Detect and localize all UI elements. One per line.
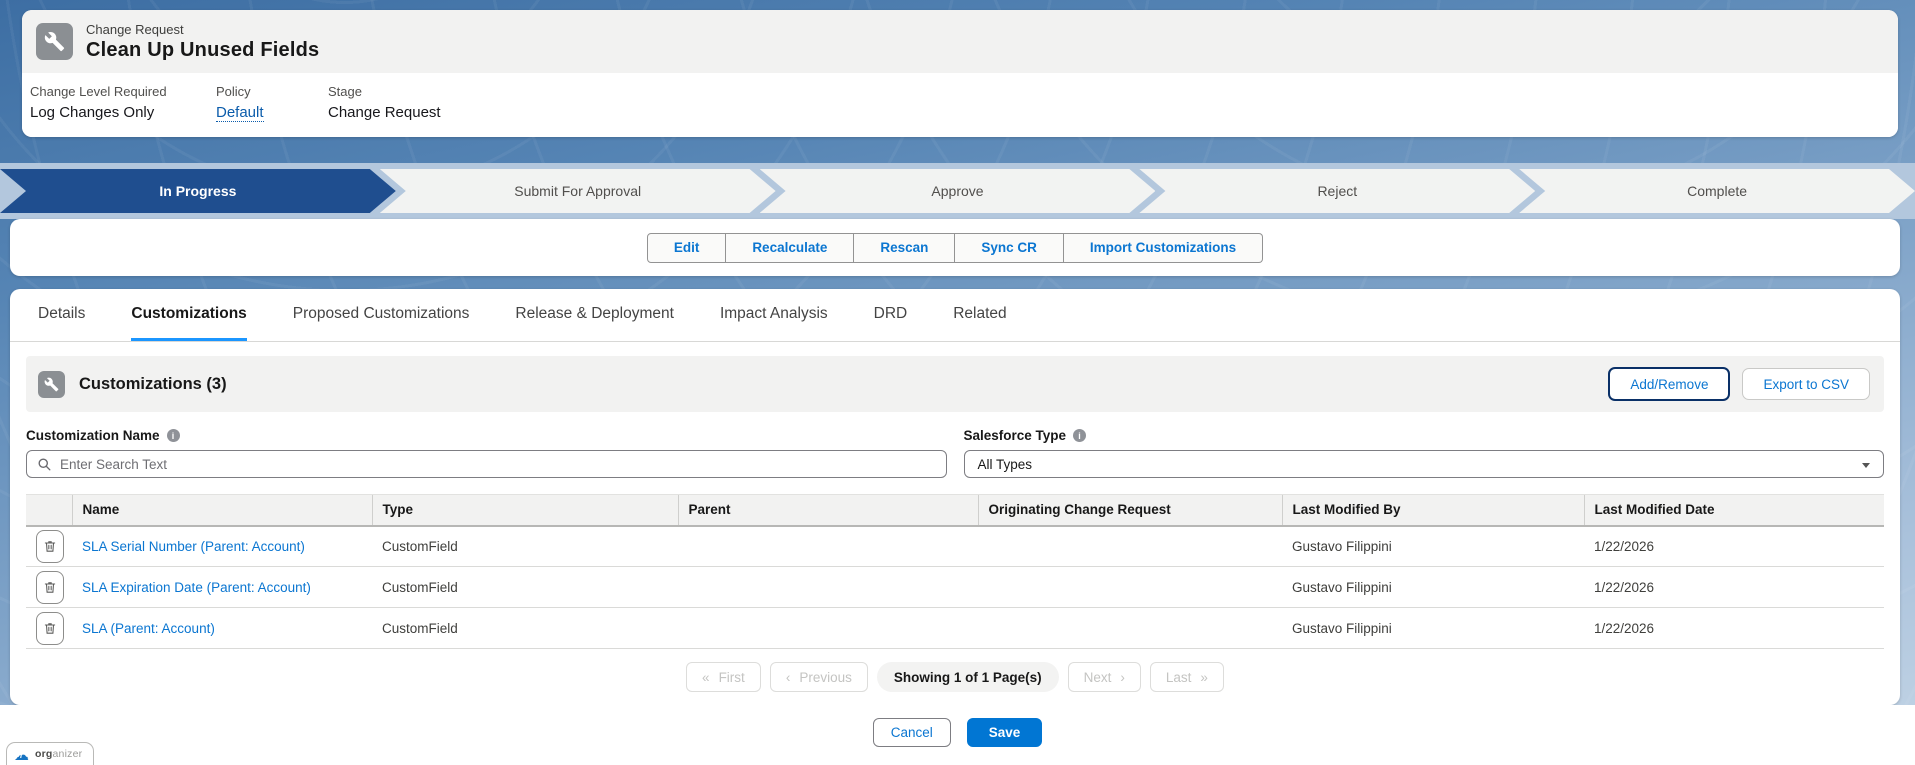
tab-customizations[interactable]: Customizations: [131, 289, 246, 341]
previous-page-button[interactable]: ‹ Previous: [770, 662, 868, 692]
customizations-table: Name Type Parent Originating Change Requ…: [26, 494, 1884, 649]
parent-cell: [678, 526, 978, 567]
chevron-down-icon: [1862, 463, 1870, 468]
stage-label: Stage: [328, 84, 441, 99]
customizations-section-header: Customizations (3) Add/Remove Export to …: [26, 356, 1884, 412]
table-header-row: Name Type Parent Originating Change Requ…: [26, 495, 1884, 526]
import-customizations-button[interactable]: Import Customizations: [1064, 233, 1263, 263]
modified-by-cell: Gustavo Filippini: [1282, 567, 1584, 608]
double-chevron-right-icon: »: [1200, 670, 1208, 685]
customization-name-label: Customization Name: [26, 428, 160, 443]
originating-cell: [978, 567, 1282, 608]
stage-complete[interactable]: Complete: [1519, 169, 1915, 213]
originating-cell: [978, 526, 1282, 567]
column-header-last-modified-by: Last Modified By: [1282, 495, 1584, 526]
modified-by-cell: Gustavo Filippini: [1282, 608, 1584, 649]
parent-cell: [678, 608, 978, 649]
column-header-actions: [26, 495, 72, 526]
rescan-button[interactable]: Rescan: [854, 233, 955, 263]
stage-value: Change Request: [328, 104, 441, 121]
add-remove-button[interactable]: Add/Remove: [1608, 367, 1730, 401]
organizer-logo-text: organizer: [35, 748, 82, 760]
customizations-wrench-icon: [38, 371, 65, 398]
delete-row-button[interactable]: [36, 612, 64, 645]
edit-button[interactable]: Edit: [647, 233, 727, 263]
table-row: SLA (Parent: Account) CustomField Gustav…: [26, 608, 1884, 649]
tab-impact-analysis[interactable]: Impact Analysis: [720, 289, 828, 341]
record-highlight-fields: Change Level Required Log Changes Only P…: [22, 73, 1898, 137]
modified-date-cell: 1/22/2026: [1584, 526, 1884, 567]
salesforce-type-selected-value: All Types: [978, 457, 1033, 472]
tab-drd[interactable]: DRD: [874, 289, 908, 341]
pagination: « First ‹ Previous Showing 1 of 1 Page(s…: [10, 662, 1900, 692]
delete-row-button[interactable]: [36, 571, 64, 604]
column-header-originating-change-request: Originating Change Request: [978, 495, 1282, 526]
record-title-row: Change Request Clean Up Unused Fields: [22, 10, 1898, 73]
modified-date-cell: 1/22/2026: [1584, 608, 1884, 649]
chevron-left-icon: ‹: [786, 670, 791, 685]
change-level-required-value: Log Changes Only: [30, 104, 206, 121]
last-page-button[interactable]: Last »: [1150, 662, 1224, 692]
sync-cr-button[interactable]: Sync CR: [955, 233, 1064, 263]
search-icon: [37, 457, 52, 472]
customization-link[interactable]: SLA Serial Number (Parent: Account): [82, 539, 305, 554]
policy-value-link[interactable]: Default: [216, 104, 264, 122]
customizations-filters: Customization Name i Salesforce Type i A…: [26, 428, 1884, 478]
first-page-button[interactable]: « First: [686, 662, 761, 692]
footer-bar: Cancel Save: [0, 705, 1915, 765]
main-card: Details Customizations Proposed Customiz…: [10, 289, 1900, 705]
page-title: Clean Up Unused Fields: [86, 38, 319, 62]
delete-row-button[interactable]: [36, 530, 64, 563]
tab-related[interactable]: Related: [953, 289, 1006, 341]
type-cell: CustomField: [372, 567, 678, 608]
policy-label: Policy: [216, 84, 318, 99]
customization-name-search-box: [26, 450, 947, 478]
tab-details[interactable]: Details: [38, 289, 85, 341]
customization-link[interactable]: SLA (Parent: Account): [82, 621, 215, 636]
column-header-type: Type: [372, 495, 678, 526]
customization-name-search-input[interactable]: [60, 457, 946, 472]
tab-proposed-customizations[interactable]: Proposed Customizations: [293, 289, 470, 341]
stage-submit-for-approval[interactable]: Submit For Approval: [380, 169, 776, 213]
customizations-section-title: Customizations (3): [79, 375, 227, 394]
salesforce-type-info-icon[interactable]: i: [1073, 429, 1086, 442]
change-level-required-label: Change Level Required: [30, 84, 206, 99]
salesforce-type-label: Salesforce Type: [964, 428, 1067, 443]
column-header-last-modified-date: Last Modified Date: [1584, 495, 1884, 526]
save-button[interactable]: Save: [967, 718, 1043, 747]
column-header-name: Name: [72, 495, 372, 526]
table-row: SLA Serial Number (Parent: Account) Cust…: [26, 526, 1884, 567]
stage-approve[interactable]: Approve: [760, 169, 1156, 213]
customization-name-info-icon[interactable]: i: [167, 429, 180, 442]
organizer-widget-tab[interactable]: ☁ i organizer: [6, 742, 94, 765]
type-cell: CustomField: [372, 526, 678, 567]
double-chevron-left-icon: «: [702, 670, 710, 685]
column-header-parent: Parent: [678, 495, 978, 526]
modified-date-cell: 1/22/2026: [1584, 567, 1884, 608]
record-actions-card: Edit Recalculate Rescan Sync CR Import C…: [10, 219, 1900, 276]
chevron-right-icon: ›: [1120, 670, 1125, 685]
type-cell: CustomField: [372, 608, 678, 649]
stage-reject[interactable]: Reject: [1139, 169, 1535, 213]
pagination-status: Showing 1 of 1 Page(s): [877, 662, 1059, 692]
record-tabs: Details Customizations Proposed Customiz…: [10, 289, 1900, 342]
stage-path: In Progress Submit For Approval Approve …: [0, 163, 1915, 219]
cancel-button[interactable]: Cancel: [873, 718, 951, 747]
table-row: SLA Expiration Date (Parent: Account) Cu…: [26, 567, 1884, 608]
salesforce-type-select[interactable]: All Types: [964, 450, 1885, 478]
tab-release-deployment[interactable]: Release & Deployment: [515, 289, 674, 341]
organizer-cloud-icon: ☁ i: [14, 747, 31, 762]
next-page-button[interactable]: Next ›: [1068, 662, 1141, 692]
recalculate-button[interactable]: Recalculate: [726, 233, 854, 263]
export-to-csv-button[interactable]: Export to CSV: [1742, 368, 1870, 400]
stage-in-progress[interactable]: In Progress: [0, 169, 396, 213]
record-header-card: Change Request Clean Up Unused Fields Ch…: [22, 10, 1898, 137]
parent-cell: [678, 567, 978, 608]
originating-cell: [978, 608, 1282, 649]
record-type-label: Change Request: [86, 21, 319, 38]
record-actions-group: Edit Recalculate Rescan Sync CR Import C…: [647, 233, 1263, 263]
customization-link[interactable]: SLA Expiration Date (Parent: Account): [82, 580, 311, 595]
change-request-wrench-icon: [36, 23, 73, 60]
modified-by-cell: Gustavo Filippini: [1282, 526, 1584, 567]
